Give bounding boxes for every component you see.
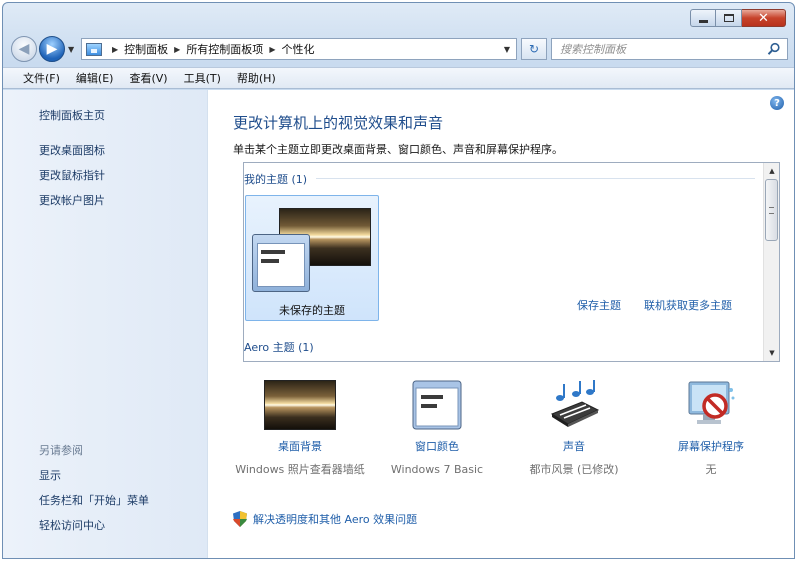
setting-window-color[interactable]: 窗口颜色 Windows 7 Basic [362, 380, 512, 478]
thumbnail-bar [261, 259, 279, 263]
menu-tools[interactable]: 工具(T) [176, 70, 229, 86]
close-icon: ✕ [758, 10, 769, 26]
setting-desktop-background[interactable]: 桌面背景 Windows 照片查看器墙纸 [225, 380, 375, 478]
setting-value: Windows 7 Basic [390, 463, 484, 476]
breadcrumb-separator-icon[interactable]: ▶ [174, 45, 180, 54]
breadcrumb-separator-icon[interactable]: ▶ [112, 45, 118, 54]
sidebar-display[interactable]: 显示 [39, 467, 61, 483]
back-button[interactable]: ◀ [11, 36, 37, 62]
setting-name[interactable]: 声音 [499, 438, 649, 454]
theme-tile-label: 未保存的主题 [279, 304, 345, 317]
my-themes-label: 我的主题 (1) [244, 173, 308, 186]
theme-window-thumbnail [252, 234, 310, 292]
control-panel-icon [86, 42, 102, 56]
address-dropdown-icon[interactable]: ▼ [504, 45, 510, 54]
sidebar-ease-of-access[interactable]: 轻松访问中心 [39, 517, 105, 533]
search-icon[interactable] [767, 42, 781, 56]
theme-list-scrollbar[interactable]: ▲ ▼ [763, 163, 779, 361]
screensaver-icon [688, 381, 735, 424]
sidebar: 控制面板主页 更改桌面图标 更改鼠标指针 更改帐户图片 另请参阅 显示 任务栏和… [3, 90, 208, 558]
my-themes-group-label[interactable]: 我的主题 (1) [244, 171, 307, 187]
menu-file[interactable]: 文件(F) [15, 70, 68, 86]
theme-tile-unsaved[interactable]: 未保存的主题 [245, 195, 379, 321]
address-bar[interactable]: ▶ 控制面板 ▶ 所有控制面板项 ▶ 个性化 ▼ [81, 38, 517, 60]
content-area: 控制面板主页 更改桌面图标 更改鼠标指针 更改帐户图片 另请参阅 显示 任务栏和… [3, 90, 794, 558]
sidebar-change-account-picture[interactable]: 更改帐户图片 [39, 192, 105, 208]
theme-list[interactable]: 我的主题 (1) 未保存的主题 保存主题 联机获取更多主题 Aero 主题 (1… [243, 162, 780, 362]
scroll-down-icon[interactable]: ▼ [764, 345, 779, 361]
breadcrumb-separator-icon[interactable]: ▶ [269, 45, 275, 54]
maximize-button[interactable] [716, 9, 742, 27]
setting-sound[interactable]: 声音 都市风景 (已修改) [499, 380, 649, 478]
setting-value: 都市风景 (已修改) [529, 463, 619, 476]
menu-bar: 文件(F) 编辑(E) 查看(V) 工具(T) 帮助(H) [3, 67, 794, 89]
setting-name[interactable]: 窗口颜色 [362, 438, 512, 454]
setting-screensaver[interactable]: 屏幕保护程序 无 [636, 380, 786, 478]
breadcrumb-all-items[interactable]: 所有控制面板项 [186, 41, 263, 57]
help-icon[interactable]: ? [770, 96, 784, 110]
get-more-themes-link[interactable]: 联机获取更多主题 [644, 297, 732, 313]
minimize-icon [698, 19, 708, 23]
sidebar-control-panel-home[interactable]: 控制面板主页 [39, 107, 105, 123]
refresh-icon: ↻ [528, 42, 540, 56]
window: ✕ ◀ ▶ ▼ ▶ 控制面板 ▶ 所有控制面板项 ▶ 个性化 ▼ ↻ 文件(F)… [2, 2, 795, 559]
setting-value: Windows 照片查看器墙纸 [235, 463, 365, 476]
desktop-background-icon [264, 380, 336, 430]
search-input[interactable] [560, 42, 760, 56]
page-title: 更改计算机上的视觉效果和声音 [233, 114, 444, 132]
caption-buttons: ✕ [690, 9, 786, 27]
scroll-up-icon[interactable]: ▲ [764, 163, 779, 179]
window-color-icon [412, 380, 462, 430]
forward-button[interactable]: ▶ [39, 36, 65, 62]
save-theme-link[interactable]: 保存主题 [577, 297, 621, 313]
minimize-button[interactable] [690, 9, 716, 27]
sidebar-taskbar-start-menu[interactable]: 任务栏和「开始」菜单 [39, 492, 149, 508]
see-also-label: 另请参阅 [39, 444, 83, 457]
thumbnail-bar [261, 250, 285, 254]
scroll-thumb[interactable] [765, 179, 778, 241]
navigation-bar: ◀ ▶ ▼ ▶ 控制面板 ▶ 所有控制面板项 ▶ 个性化 ▼ ↻ [11, 35, 788, 63]
setting-name[interactable]: 桌面背景 [225, 438, 375, 454]
refresh-button[interactable]: ↻ [521, 38, 547, 60]
menu-edit[interactable]: 编辑(E) [68, 70, 122, 86]
menu-view[interactable]: 查看(V) [121, 70, 175, 86]
back-arrow-icon: ◀ [18, 41, 30, 57]
shield-icon [233, 511, 247, 527]
breadcrumb-personalization[interactable]: 个性化 [281, 41, 314, 57]
sound-icon [550, 380, 600, 427]
sidebar-change-mouse-pointers[interactable]: 更改鼠标指针 [39, 167, 105, 183]
maximize-icon [723, 14, 734, 22]
main-panel: ? 更改计算机上的视觉效果和声音 单击某个主题立即更改桌面背景、窗口颜色、声音和… [209, 90, 794, 558]
menu-help[interactable]: 帮助(H) [229, 70, 284, 86]
setting-value: 无 [705, 463, 717, 476]
close-button[interactable]: ✕ [742, 9, 786, 27]
page-description: 单击某个主题立即更改桌面背景、窗口颜色、声音和屏幕保护程序。 [233, 143, 563, 156]
troubleshoot-aero-link-text[interactable]: 解决透明度和其他 Aero 效果问题 [253, 511, 417, 527]
forward-arrow-icon: ▶ [46, 41, 58, 57]
troubleshoot-aero-link[interactable]: 解决透明度和其他 Aero 效果问题 [233, 511, 417, 527]
sidebar-change-desktop-icons[interactable]: 更改桌面图标 [39, 142, 105, 158]
aero-themes-label[interactable]: Aero 主题 (1) [244, 339, 314, 355]
breadcrumb-control-panel[interactable]: 控制面板 [124, 41, 168, 57]
group-divider [316, 178, 755, 179]
recent-pages-dropdown[interactable]: ▼ [68, 45, 74, 54]
search-box[interactable] [551, 38, 788, 60]
setting-name[interactable]: 屏幕保护程序 [636, 438, 786, 454]
